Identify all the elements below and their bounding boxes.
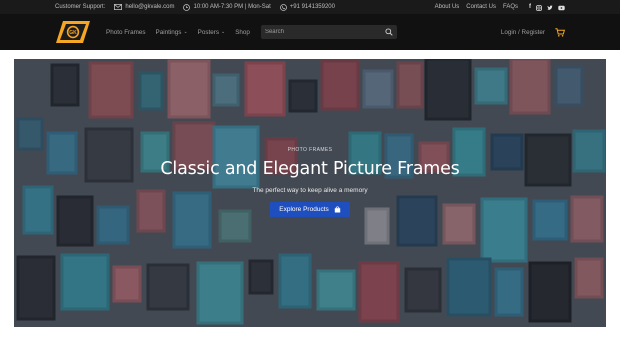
hours-text: 10:00 AM-7:30 PM | Mon-Sat — [193, 4, 271, 10]
hero-headline: Classic and Elegant Picture Frames — [160, 159, 460, 179]
cart-icon[interactable] — [555, 27, 565, 37]
menu-paintings[interactable]: Paintings ⌄ — [156, 29, 188, 36]
instagram-icon[interactable] — [536, 4, 542, 11]
explore-products-button[interactable]: Explore Products — [270, 202, 350, 217]
site-logo[interactable]: GK — [55, 19, 91, 45]
menu-posters[interactable]: Posters ⌄ — [198, 29, 226, 36]
twitter-icon[interactable] — [547, 4, 553, 11]
phone-text: +91 9141359200 — [289, 4, 335, 10]
menu-paintings-label: Paintings — [155, 28, 182, 36]
contact-us-link[interactable]: Contact Us — [466, 4, 496, 10]
menu-shop-label: Shop — [235, 28, 250, 36]
phone-icon — [279, 3, 287, 11]
login-register-link[interactable]: Login / Register — [501, 29, 545, 36]
about-us-link[interactable]: About Us — [435, 4, 460, 10]
hero-content: PHOTO FRAMES Classic and Elegant Picture… — [14, 147, 606, 217]
hero-subheadline: The perfect way to keep alive a memory — [252, 187, 368, 194]
email-text: hello@gkvale.com — [125, 4, 175, 10]
hero-eyebrow: PHOTO FRAMES — [287, 147, 333, 153]
top-info-bar: Customer Support: hello@gkvale.com 10:00… — [0, 0, 620, 14]
logo-icon: GK — [56, 21, 90, 43]
search-input[interactable] — [264, 29, 385, 35]
chevron-down-icon: ⌄ — [221, 29, 226, 35]
phone-link[interactable]: +91 9141359200 — [279, 3, 335, 11]
menu-photo-frames-label: Photo Frames — [106, 28, 146, 36]
faqs-link[interactable]: FAQs — [503, 4, 518, 10]
chevron-down-icon: ⌄ — [183, 29, 188, 35]
svg-text:GK: GK — [69, 30, 77, 36]
menu-shop[interactable]: Shop — [235, 29, 250, 36]
shopping-bag-icon — [334, 206, 340, 213]
facebook-icon[interactable]: f — [529, 4, 531, 11]
business-hours: 10:00 AM-7:30 PM | Mon-Sat — [183, 3, 271, 11]
menu-posters-label: Posters — [197, 28, 220, 36]
envelope-icon — [114, 4, 123, 10]
customer-support-label: Customer Support: — [55, 4, 106, 10]
search-bar — [260, 25, 397, 39]
main-navbar: GK Photo Frames Paintings ⌄ Posters ⌄ Shop… — [0, 14, 620, 50]
search-icon[interactable] — [385, 28, 393, 36]
clock-icon — [183, 3, 191, 11]
email-link[interactable]: hello@gkvale.com — [114, 4, 174, 10]
hero-banner: PHOTO FRAMES Classic and Elegant Picture… — [14, 59, 606, 327]
youtube-icon[interactable] — [558, 5, 565, 11]
menu-photo-frames[interactable]: Photo Frames — [106, 29, 146, 36]
primary-menu: Photo Frames Paintings ⌄ Posters ⌄ Shop — [106, 29, 250, 36]
explore-products-label: Explore Products — [279, 206, 329, 213]
